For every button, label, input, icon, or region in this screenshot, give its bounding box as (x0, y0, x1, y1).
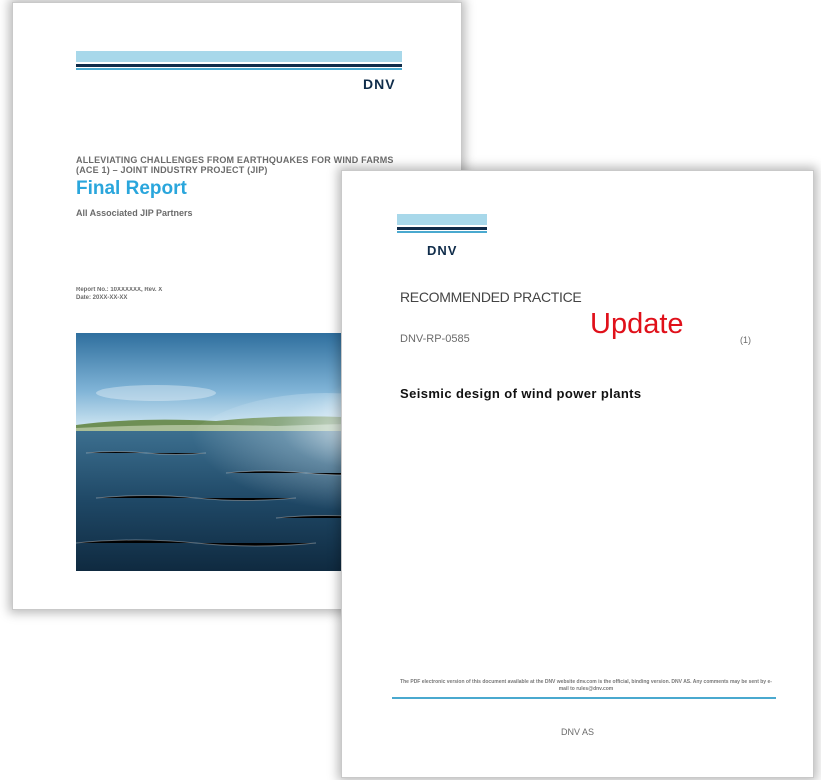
update-label: Update (590, 308, 684, 340)
report-dnv-logo: DNV (363, 76, 396, 92)
rp-footer-note: The PDF electronic version of this docum… (400, 679, 772, 692)
rp-title: Seismic design of wind power plants (400, 386, 642, 401)
rp-publisher: DNV AS (560, 727, 594, 737)
rp-document-type: RECOMMENDED PRACTICE (400, 289, 582, 305)
recommended-practice-cover: DNV RECOMMENDED PRACTICE DNV-RP-0585 (1)… (341, 170, 814, 778)
report-number: Report No.: 10XXXXXX, Rev. X (76, 287, 163, 293)
rp-header-bars (397, 214, 487, 233)
rp-edition: (1) (740, 335, 751, 345)
report-partners: All Associated JIP Partners (76, 208, 193, 218)
report-title: Final Report (76, 178, 187, 199)
rp-dnv-logo: DNV (427, 243, 458, 258)
rp-footer-bar (392, 697, 776, 699)
report-meta: Report No.: 10XXXXXX, Rev. X Date: 20XX-… (76, 286, 162, 302)
report-header-bars (76, 51, 402, 70)
report-date: Date: 20XX-XX-XX (76, 295, 128, 301)
rp-document-code: DNV-RP-0585 (400, 333, 470, 345)
